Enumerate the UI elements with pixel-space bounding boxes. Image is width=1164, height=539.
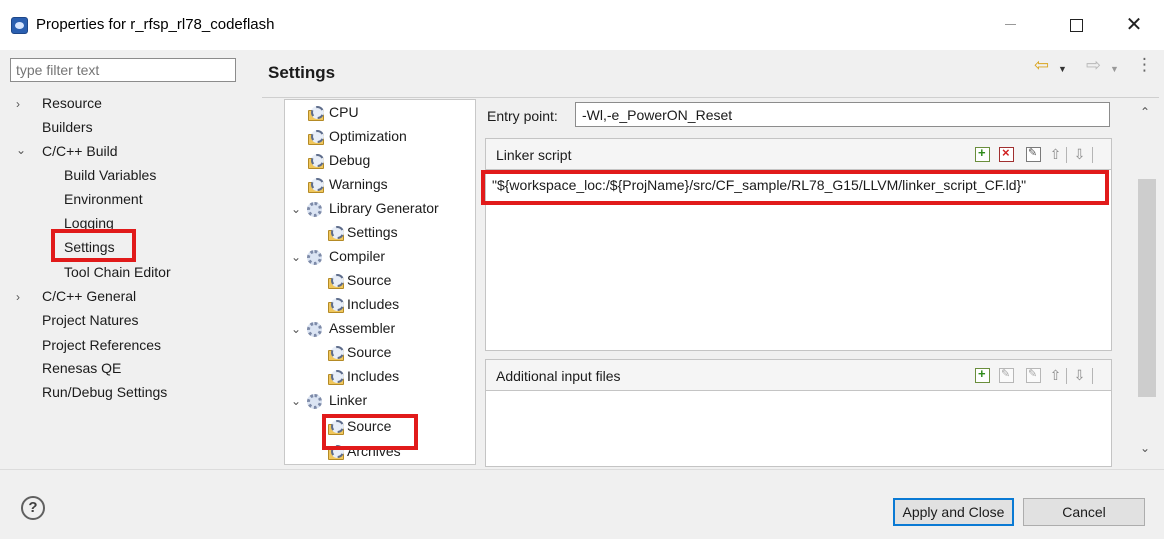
entry-point-input[interactable] [575,102,1110,127]
entry-point-label: Entry point: [487,108,558,124]
nav-item-renesas-qe[interactable]: Renesas QE [42,360,121,376]
help-icon[interactable]: ? [21,496,45,520]
highlight-settings [51,229,136,262]
scroll-down-icon[interactable]: ⌄ [1140,441,1150,455]
view-menu-icon[interactable]: ⋮ [1136,55,1153,75]
collapse-compiler-icon[interactable]: ⌄ [291,250,301,264]
close-button[interactable]: ✕ [1111,10,1157,40]
page-title: Settings [268,63,336,82]
apply-and-close-button[interactable]: Apply and Close [893,498,1014,526]
edit-icon[interactable] [1026,146,1041,162]
additional-input-files-label: Additional input files [496,368,621,384]
nav-item-project-natures[interactable]: Project Natures [42,312,138,328]
back-history-dropdown-icon[interactable]: ▼ [1058,64,1067,74]
footer-divider [0,469,1164,470]
scroll-up-icon[interactable]: ⌃ [1140,105,1150,119]
toolbar-separator [1092,147,1093,163]
tree-item-compiler[interactable]: Compiler [329,248,385,264]
linker-script-header: Linker script ⇧ ⇩ [486,139,1111,170]
additional-input-files-list: Additional input files ⇧ ⇩ [485,359,1112,467]
delete-disabled-icon [999,367,1014,383]
tree-item-library-generator[interactable]: Library Generator [329,200,439,216]
nav-item-resource[interactable]: Resource [42,95,102,111]
minimize-button[interactable] [987,10,1033,40]
expand-cpp-general-icon[interactable]: › [16,290,20,304]
linker-script-label: Linker script [496,147,572,163]
collapse-library-generator-icon[interactable]: ⌄ [291,202,301,216]
compiler-includes-icon [327,298,344,313]
warnings-settings-icon [307,178,324,193]
tree-item-optimization[interactable]: Optimization [329,128,407,144]
vertical-scrollbar[interactable]: ⌃ ⌄ [1136,99,1158,465]
filter-input[interactable] [10,58,236,82]
forward-history-dropdown-icon[interactable]: ▼ [1110,64,1119,74]
cancel-button[interactable]: Cancel [1023,498,1145,526]
nav-item-cpp-build[interactable]: C/C++ Build [42,143,117,159]
back-arrow-icon[interactable]: ⇦ [1034,55,1049,76]
tree-item-warnings[interactable]: Warnings [329,176,388,192]
eclipse-app-icon [11,17,28,34]
cpu-settings-icon [307,106,324,121]
additional-input-files-header: Additional input files ⇧ ⇩ [486,360,1111,391]
highlight-linker-script [481,170,1109,205]
tool-settings-tree: CPU Optimization Debug Warnings ⌄ Librar… [284,99,476,465]
tree-item-assembler-includes[interactable]: Includes [347,368,399,384]
delete-icon[interactable] [999,145,1014,162]
move-down-icon[interactable]: ⇩ [1072,147,1087,162]
toolbar-separator [1092,368,1093,384]
nav-item-run-debug-settings[interactable]: Run/Debug Settings [42,384,167,400]
edit-disabled-icon [1026,367,1041,383]
move-down-icon: ⇩ [1073,367,1086,383]
add-icon[interactable] [975,145,990,162]
window-title-bar: Properties for r_rfsp_rl78_codeflash ✕ [0,0,1164,50]
nav-item-environment[interactable]: Environment [64,191,143,207]
tree-item-library-settings[interactable]: Settings [347,224,398,240]
move-up-icon: ⇧ [1049,367,1062,383]
nav-item-build-variables[interactable]: Build Variables [64,167,156,183]
expand-resource-icon[interactable]: › [16,97,20,111]
collapse-cpp-build-icon[interactable]: ⌄ [16,143,26,157]
scrollbar-thumb[interactable] [1138,179,1156,397]
debug-settings-icon [307,154,324,169]
add-icon[interactable] [975,366,990,383]
assembler-source-icon [327,346,344,361]
tree-item-cpu[interactable]: CPU [329,104,359,120]
compiler-gear-icon [307,250,322,265]
tree-item-linker[interactable]: Linker [329,392,367,408]
maximize-button[interactable] [1053,10,1099,40]
tree-item-assembler[interactable]: Assembler [329,320,395,336]
assembler-gear-icon [307,322,322,337]
nav-item-tool-chain-editor[interactable]: Tool Chain Editor [64,264,171,280]
tree-item-compiler-includes[interactable]: Includes [347,296,399,312]
tree-item-debug[interactable]: Debug [329,152,370,168]
tree-item-assembler-source[interactable]: Source [347,344,391,360]
forward-arrow-icon[interactable]: ⇨ [1086,55,1101,76]
highlight-linker-source [322,414,418,450]
library-settings-icon [327,226,344,241]
toolbar-separator [1066,147,1067,163]
library-generator-gear-icon [307,202,322,217]
move-up-icon[interactable]: ⇧ [1048,147,1063,162]
compiler-source-icon [327,274,344,289]
collapse-assembler-icon[interactable]: ⌄ [291,322,301,336]
nav-item-project-references[interactable]: Project References [42,337,161,353]
assembler-includes-icon [327,370,344,385]
collapse-linker-icon[interactable]: ⌄ [291,394,301,408]
toolbar-separator [1066,368,1067,384]
linker-gear-icon [307,394,322,409]
optimization-settings-icon [307,130,324,145]
tree-item-compiler-source[interactable]: Source [347,272,391,288]
nav-item-cpp-general[interactable]: C/C++ General [42,288,136,304]
window-title: Properties for r_rfsp_rl78_codeflash [36,16,275,33]
nav-item-builders[interactable]: Builders [42,119,93,135]
